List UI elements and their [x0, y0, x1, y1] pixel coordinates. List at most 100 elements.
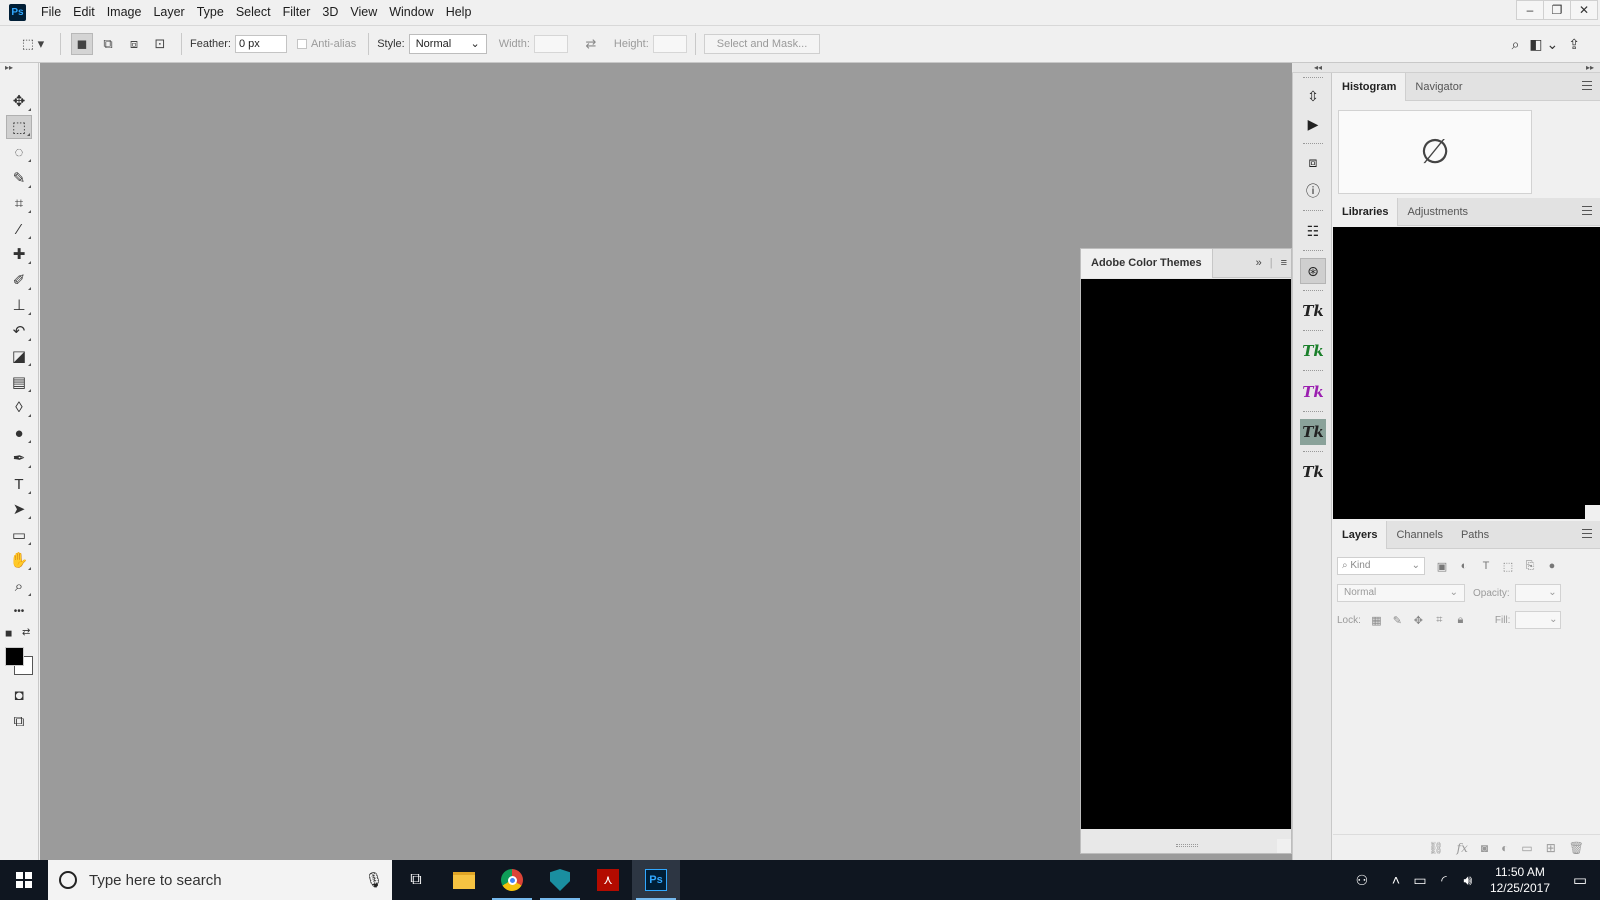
- menu-filter[interactable]: Filter: [277, 0, 317, 25]
- restore-button[interactable]: ❐: [1543, 0, 1571, 20]
- show-hidden-icons-chevron-icon[interactable]: ˄: [1384, 872, 1408, 888]
- menu-help[interactable]: Help: [440, 0, 478, 25]
- menu-file[interactable]: File: [35, 0, 67, 25]
- tab-channels[interactable]: Channels: [1387, 521, 1451, 549]
- zoom-tool[interactable]: ⌕: [6, 574, 32, 598]
- properties-icon[interactable]: ☷: [1300, 218, 1326, 244]
- minimize-button[interactable]: –: [1516, 0, 1544, 20]
- trash-icon[interactable]: 🗑︎: [1569, 841, 1584, 855]
- brush-tool[interactable]: ✐: [6, 268, 32, 292]
- tab-adobe-color-themes[interactable]: Adobe Color Themes: [1081, 248, 1213, 278]
- libraries-content[interactable]: [1333, 227, 1600, 519]
- crop-tool[interactable]: ⌗: [6, 191, 32, 215]
- lock-position-icon[interactable]: ✥: [1408, 614, 1429, 627]
- rectangular-marquee-tool[interactable]: ⬚: [6, 115, 32, 139]
- dodge-tool[interactable]: ●: [6, 421, 32, 445]
- menu-type[interactable]: Type: [191, 0, 230, 25]
- menu-view[interactable]: View: [344, 0, 383, 25]
- new-adjustment-icon[interactable]: ◐: [1501, 841, 1508, 855]
- hand-tool[interactable]: ✋: [6, 548, 32, 572]
- link-layers-icon[interactable]: ⛓: [1428, 841, 1443, 855]
- fill-input[interactable]: ⌄: [1515, 611, 1562, 629]
- 3d-icon[interactable]: ⧈: [1300, 149, 1326, 175]
- tk-panel-3-icon[interactable]: Tk: [1300, 379, 1326, 405]
- menu-edit[interactable]: Edit: [67, 0, 101, 25]
- marquee-preset-picker[interactable]: ⬚ ▾: [16, 33, 50, 55]
- lock-artboard-icon[interactable]: ⌗: [1429, 614, 1450, 627]
- type-tool[interactable]: T: [6, 472, 32, 496]
- actions-icon[interactable]: ▶: [1300, 111, 1326, 137]
- tab-layers[interactable]: Layers: [1333, 520, 1388, 549]
- task-view-button[interactable]: ⧉: [392, 860, 440, 900]
- tab-paths[interactable]: Paths: [1452, 521, 1498, 549]
- tab-libraries[interactable]: Libraries: [1333, 197, 1399, 226]
- pixel-filter-icon[interactable]: ▣: [1431, 560, 1453, 573]
- panel-menu-icon[interactable]: ≡: [1281, 257, 1287, 269]
- battery-icon[interactable]: ▭: [1408, 872, 1432, 889]
- panel-menu-icon[interactable]: [1582, 206, 1592, 215]
- height-input[interactable]: [652, 35, 687, 53]
- menu-layer[interactable]: Layer: [147, 0, 190, 25]
- microphone-icon[interactable]: 🎙︎: [362, 871, 386, 889]
- expand-toolbar-icon[interactable]: ▸▸: [0, 63, 38, 73]
- smart-object-filter-icon[interactable]: ⎘: [1519, 560, 1541, 573]
- tab-histogram[interactable]: Histogram: [1333, 72, 1407, 101]
- antialias-checkbox[interactable]: [296, 39, 307, 49]
- panel-menu-icon[interactable]: [1582, 81, 1592, 90]
- subtract-from-selection-icon[interactable]: ⧈: [123, 33, 145, 55]
- tab-navigator[interactable]: Navigator: [1406, 73, 1471, 101]
- tab-adjustments[interactable]: Adjustments: [1398, 198, 1477, 226]
- share-icon[interactable]: ⇪: [1568, 36, 1580, 53]
- filter-toggle-icon[interactable]: ●: [1541, 560, 1563, 572]
- intersect-selection-icon[interactable]: ⊡: [149, 33, 171, 55]
- menu-image[interactable]: Image: [101, 0, 148, 25]
- blur-tool[interactable]: ◊: [6, 395, 32, 419]
- quick-selection-tool[interactable]: ✎: [6, 166, 32, 190]
- new-selection-icon[interactable]: ◼: [71, 33, 93, 55]
- file-explorer-button[interactable]: [440, 860, 488, 900]
- rectangle-tool[interactable]: ▭: [6, 523, 32, 547]
- lock-transparent-icon[interactable]: ▦: [1366, 614, 1387, 627]
- feather-input[interactable]: 0 px: [234, 35, 287, 53]
- clone-source-icon[interactable]: ⊛: [1300, 258, 1326, 284]
- width-input[interactable]: [533, 35, 568, 53]
- wifi-icon[interactable]: ◜: [1432, 872, 1456, 889]
- workspace-icon[interactable]: ◧ ⌄: [1529, 36, 1558, 53]
- quick-mask-icon[interactable]: ◘: [6, 683, 32, 707]
- expand-panels-icon[interactable]: ▸▸: [1586, 63, 1594, 73]
- adjustment-filter-icon[interactable]: ◐: [1453, 560, 1475, 572]
- menu-3d[interactable]: 3D: [316, 0, 344, 25]
- tk-panel-4-icon[interactable]: Tk: [1300, 419, 1326, 445]
- close-button[interactable]: ✕: [1570, 0, 1598, 20]
- resize-corner[interactable]: [1277, 839, 1291, 853]
- new-group-icon[interactable]: ▭: [1521, 841, 1532, 855]
- collapse-dock-icon[interactable]: ◂◂: [1314, 63, 1322, 73]
- gradient-tool[interactable]: ▤: [6, 370, 32, 394]
- tk-panel-2-icon[interactable]: Tk: [1300, 338, 1326, 364]
- select-and-mask-button[interactable]: Select and Mask...: [703, 34, 821, 54]
- new-layer-icon[interactable]: ⊞: [1546, 841, 1556, 855]
- shape-filter-icon[interactable]: ⬚: [1497, 560, 1519, 573]
- menu-select[interactable]: Select: [230, 0, 277, 25]
- photoshop-button[interactable]: Ps: [632, 860, 680, 900]
- kind-filter-select[interactable]: ⌕ Kind ⌄: [1337, 557, 1425, 575]
- info-icon[interactable]: ⓘ: [1300, 178, 1326, 204]
- menu-window[interactable]: Window: [383, 0, 439, 25]
- taskbar-search[interactable]: Type here to search 🎙︎: [48, 860, 392, 900]
- lock-image-icon[interactable]: ✎: [1387, 614, 1408, 627]
- panel-menu-icon[interactable]: [1582, 529, 1592, 538]
- security-app-button[interactable]: [536, 860, 584, 900]
- screen-mode-icon[interactable]: ⧉: [6, 709, 32, 733]
- foreground-color-swatch[interactable]: [5, 647, 24, 666]
- swap-width-height-icon[interactable]: ⇄: [580, 33, 602, 55]
- tk-panel-1-icon[interactable]: Tk: [1300, 298, 1326, 324]
- fx-icon[interactable]: fx: [1457, 841, 1468, 855]
- path-selection-tool[interactable]: ➤: [6, 497, 32, 521]
- history-icon[interactable]: ⇳: [1300, 83, 1326, 109]
- eyedropper-tool[interactable]: ⁄: [6, 217, 32, 241]
- clock[interactable]: 11:50 AM 12/25/2017: [1490, 864, 1550, 896]
- volume-icon[interactable]: 🔊︎: [1456, 872, 1480, 889]
- default-colors-icon[interactable]: ◼: [5, 628, 12, 639]
- eraser-tool[interactable]: ◪: [6, 344, 32, 368]
- search-icon[interactable]: ⌕: [1512, 36, 1520, 53]
